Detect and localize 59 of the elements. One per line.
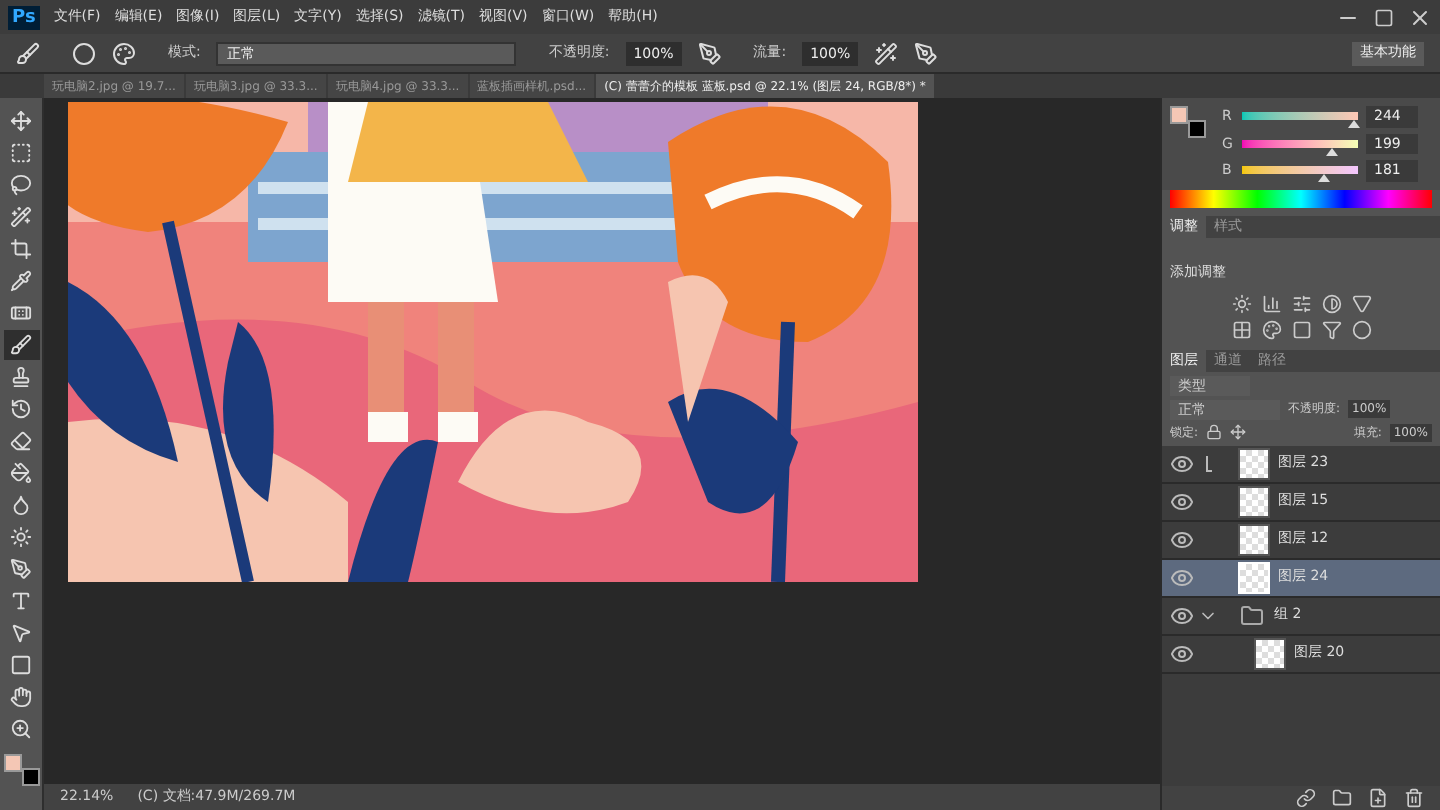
sun-tool-icon: [10, 526, 32, 548]
eyedropper-tool-icon: [10, 270, 32, 292]
slider-thumb[interactable]: [1326, 147, 1339, 156]
link-icon[interactable]: [1296, 788, 1316, 808]
history-brush-icon: [10, 398, 32, 420]
brush-panel-icon[interactable]: [112, 41, 136, 65]
pointer-tool-icon: [10, 622, 32, 644]
brush-size-icon[interactable]: [72, 41, 96, 65]
visibility-eye-icon[interactable]: [1170, 489, 1194, 513]
pressure-size-icon[interactable]: [914, 41, 939, 65]
app-logo: Ps: [8, 5, 40, 29]
photo-filter-icon[interactable]: [1321, 319, 1341, 339]
maximize-icon[interactable]: [1374, 7, 1394, 27]
visibility-eye-icon[interactable]: [1170, 565, 1194, 589]
layer-thumbnail: [1254, 637, 1286, 669]
layer-thumbnail: [1238, 447, 1270, 479]
slider-thumb[interactable]: [1318, 174, 1331, 183]
visibility-eye-icon[interactable]: [1170, 451, 1194, 475]
lasso-tool-icon: [10, 174, 32, 196]
brush-tool-icon: [10, 334, 32, 356]
move-lock-icon[interactable]: [1230, 424, 1247, 440]
foreground-color-swatch[interactable]: [1170, 106, 1188, 124]
visibility-eye-icon[interactable]: [1170, 603, 1194, 627]
zoom-tool-icon: [10, 718, 32, 740]
crop-tool-icon: [10, 238, 32, 260]
new-group-icon[interactable]: [1332, 788, 1352, 808]
brightness-icon[interactable]: [1231, 293, 1251, 313]
new-layer-icon[interactable]: [1368, 788, 1388, 808]
wand-tool-icon: [10, 206, 32, 228]
move-tool-icon: [10, 110, 32, 132]
brush-preset-icon[interactable]: [16, 41, 40, 65]
pen-tool-icon: [10, 558, 32, 580]
background-swatch[interactable]: [21, 768, 39, 786]
lock-icon[interactable]: [1206, 424, 1223, 440]
close-icon[interactable]: [1408, 5, 1432, 29]
exposure-icon[interactable]: [1321, 293, 1341, 313]
levels-icon[interactable]: [1261, 293, 1281, 313]
paint-bucket-icon: [10, 462, 32, 484]
marquee-tool-icon: [10, 142, 32, 164]
background-color-swatch[interactable]: [1188, 120, 1206, 138]
stamp-tool-icon: [10, 366, 32, 388]
droplet-tool-icon: [10, 494, 32, 516]
trash-icon[interactable]: [1404, 788, 1424, 808]
color-balance-icon[interactable]: [1261, 319, 1281, 339]
hand-tool-icon: [10, 686, 32, 708]
foreground-swatch[interactable]: [3, 754, 21, 772]
layer-thumbnail: [1238, 523, 1270, 555]
layer-thumbnail: [1238, 561, 1270, 593]
type-tool-icon: [10, 590, 32, 612]
eraser-tool-icon: [10, 430, 32, 452]
pressure-opacity-icon[interactable]: [697, 41, 722, 65]
folder-icon: [1238, 603, 1266, 627]
bandage-tool-icon: [10, 302, 32, 324]
rectangle-tool-icon: [10, 654, 32, 676]
layer-thumbnail: [1238, 485, 1270, 517]
tool-button[interactable]: [3, 330, 39, 360]
visibility-eye-icon[interactable]: [1170, 641, 1194, 665]
visibility-eye-icon[interactable]: [1170, 527, 1194, 551]
square-icon[interactable]: [1291, 319, 1311, 339]
